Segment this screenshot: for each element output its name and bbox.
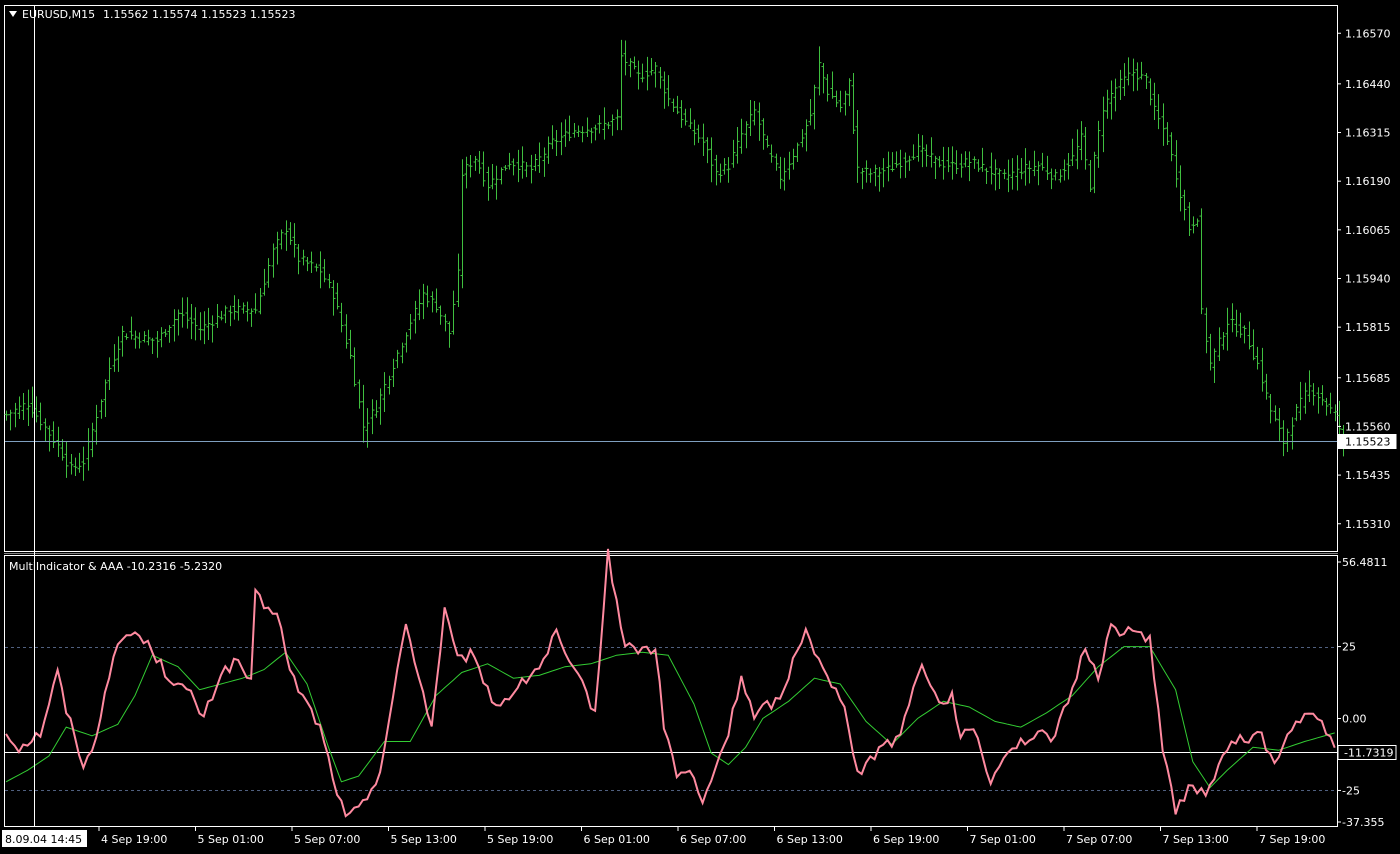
price-tick-label: 1.16065 [1345, 224, 1391, 237]
indicator-current-label: -11.7319 [1344, 747, 1393, 760]
price-panel-header: EURUSD,M15 1.15562 1.15574 1.15523 1.155… [9, 8, 295, 21]
time-tick-label: 7 Sep 13:00 [1163, 833, 1229, 846]
cursor-time-label: 8.09.04 14:45 [5, 833, 82, 846]
price-tick-label: 1.16570 [1345, 27, 1391, 40]
indicator-current-label-box: -11.7319 [1337, 745, 1397, 760]
time-tick-label: 6 Sep 07:00 [680, 833, 746, 846]
time-tick-label: 7 Sep 07:00 [1066, 833, 1132, 846]
time-tick-label: 7 Sep 19:00 [1259, 833, 1325, 846]
chart-background [0, 0, 1400, 854]
ohlc-values: 1.15562 1.15574 1.15523 1.15523 [103, 8, 295, 21]
price-tick-label: 1.15560 [1345, 420, 1391, 433]
indicator-tick-label: -25 [1342, 784, 1360, 797]
indicator-tick-label: 56.4811 [1342, 556, 1388, 569]
current-price-label: 1.15523 [1345, 436, 1391, 449]
price-tick-label: 1.15940 [1345, 273, 1391, 286]
time-tick-label: 5 Sep 13:00 [391, 833, 457, 846]
time-tick-label: 5 Sep 07:00 [294, 833, 360, 846]
price-tick-label: 1.15435 [1345, 469, 1391, 482]
time-tick-label: 5 Sep 19:00 [487, 833, 553, 846]
indicator-tick-label: -37.355 [1342, 816, 1384, 829]
indicator-tick-label: 25 [1342, 641, 1356, 654]
price-tick-label: 1.16190 [1345, 175, 1391, 188]
mt4-chart-window: 1.16570 1.16440 1.16315 1.16190 1.16065 1.159… [0, 0, 1400, 854]
cursor-time-label-box: 8.09.04 14:45 [2, 830, 87, 847]
time-tick-label: 4 Sep 19:00 [101, 833, 167, 846]
symbol-timeframe: EURUSD,M15 [22, 8, 95, 21]
price-tick-label: 1.15815 [1345, 321, 1391, 334]
time-tick-label: 6 Sep 01:00 [584, 833, 650, 846]
current-price-label-box: 1.15523 [1337, 434, 1397, 449]
price-tick-label: 1.15685 [1345, 372, 1391, 385]
time-tick-label: 7 Sep 01:00 [970, 833, 1036, 846]
time-tick-label: 5 Sep 01:00 [198, 833, 264, 846]
indicator-title: MultiIndicator & AAA -10.2316 -5.2320 [9, 560, 222, 573]
time-tick-label: 6 Sep 13:00 [777, 833, 843, 846]
time-tick-label: 6 Sep 19:00 [873, 833, 939, 846]
price-tick-label: 1.16440 [1345, 78, 1391, 91]
price-tick-label: 1.15310 [1345, 518, 1391, 531]
price-tick-label: 1.16315 [1345, 127, 1391, 140]
indicator-tick-label: 0.00 [1342, 713, 1367, 726]
